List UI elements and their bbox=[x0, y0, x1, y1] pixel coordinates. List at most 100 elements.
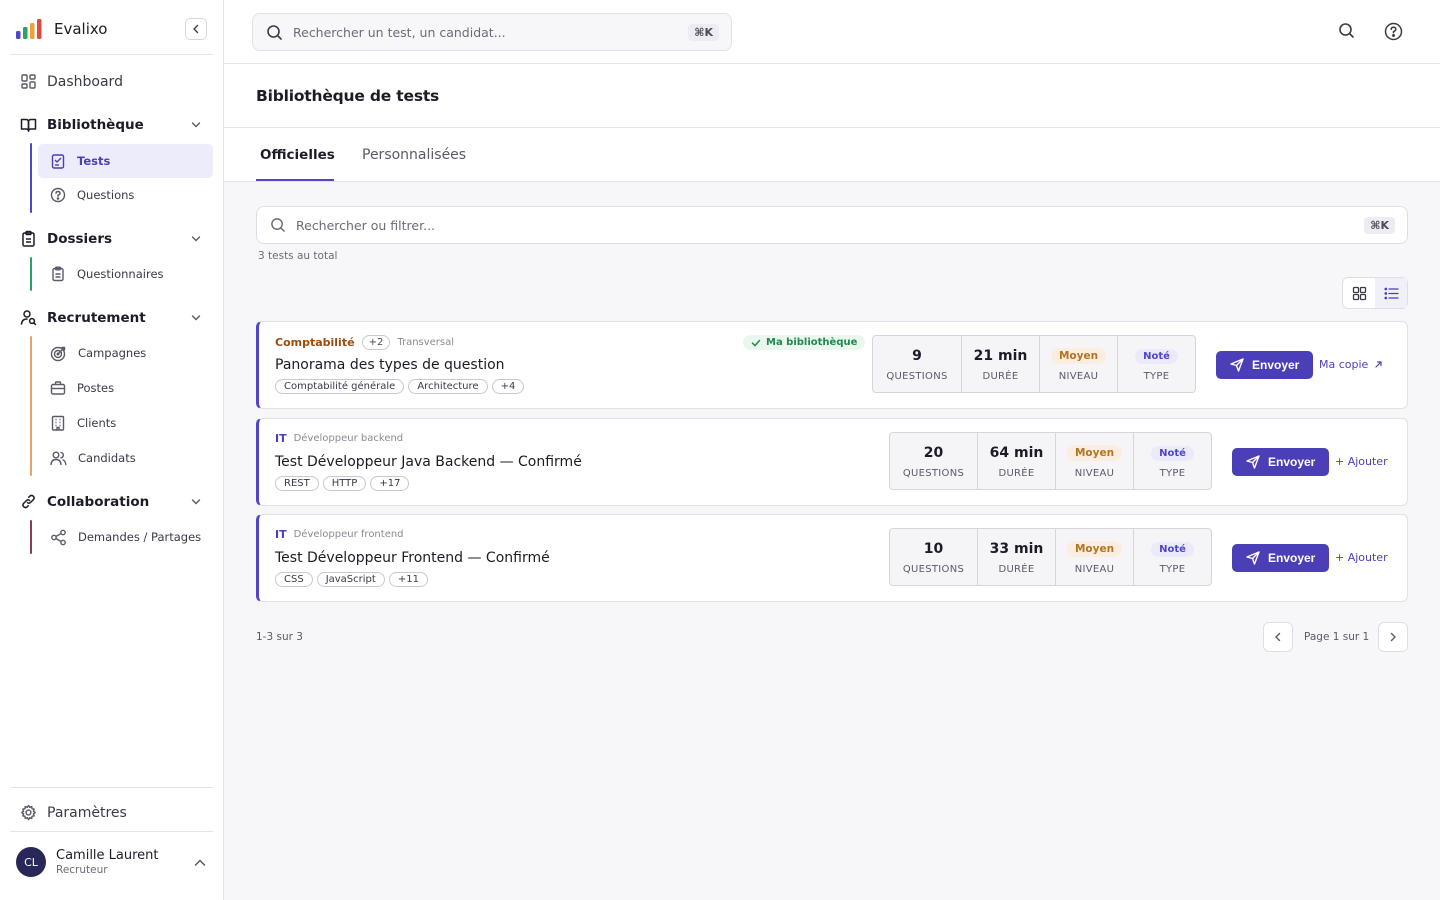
send-icon bbox=[1246, 551, 1260, 565]
sidebar-item-demandes-partages[interactable]: Demandes / Partages bbox=[38, 520, 213, 554]
book-icon bbox=[20, 118, 37, 132]
stat-duree: 21 min DURÉE bbox=[962, 336, 1040, 392]
stat-duree: 33 min DURÉE bbox=[978, 529, 1056, 585]
send-icon bbox=[1230, 358, 1244, 372]
sidebar-item-label: Tests bbox=[77, 154, 111, 168]
test-card[interactable]: Comptabilité +2 Transversal Panorama des… bbox=[256, 321, 1408, 409]
external-link-icon bbox=[1375, 361, 1382, 368]
subcategory-label: Développeur backend bbox=[293, 433, 404, 444]
global-search-input[interactable] bbox=[293, 24, 679, 40]
sidebar-item-settings[interactable]: Paramètres bbox=[20, 804, 127, 821]
chevron-down-icon[interactable] bbox=[190, 497, 202, 507]
group-line bbox=[30, 520, 32, 554]
pagination-range: 1-3 sur 3 bbox=[256, 631, 303, 643]
clipboard-check-icon bbox=[51, 154, 65, 169]
active-tab-indicator bbox=[256, 179, 334, 181]
clipboard-list-icon bbox=[52, 266, 64, 282]
chevron-down-icon[interactable] bbox=[190, 120, 202, 130]
category-label: IT bbox=[275, 528, 287, 541]
sidebar-group-label: Recrutement bbox=[47, 309, 146, 326]
send-button[interactable]: Envoyer bbox=[1232, 544, 1330, 572]
card-tags: Comptabilité générale Architecture +4 bbox=[275, 379, 525, 394]
tag-chip: Architecture bbox=[408, 379, 488, 394]
sidebar-item-questionnaires[interactable]: Questionnaires bbox=[38, 257, 213, 291]
sidebar-item-postes[interactable]: Postes bbox=[38, 371, 213, 405]
brand-name: Evalixo bbox=[54, 20, 108, 38]
my-library-label: Ma bibliothèque bbox=[766, 337, 858, 348]
target-icon bbox=[50, 346, 66, 361]
chevron-down-icon[interactable] bbox=[190, 313, 202, 323]
stat-label: QUESTIONS bbox=[902, 564, 965, 575]
sidebar-item-dashboard[interactable]: Dashboard bbox=[20, 73, 123, 90]
brand[interactable]: Evalixo bbox=[16, 18, 107, 40]
stat-label: QUESTIONS bbox=[886, 371, 948, 382]
page-title: Bibliothèque de tests bbox=[256, 87, 440, 105]
help-icon[interactable] bbox=[1384, 22, 1403, 41]
card-stats: 10 QUESTIONS 33 min DURÉE Moyen NIVEAU Noté… bbox=[889, 528, 1212, 586]
sidebar-divider bbox=[10, 787, 213, 788]
sidebar-group-dossiers[interactable]: Dossiers bbox=[20, 230, 112, 247]
tab-personnalisees[interactable]: Personnalisées bbox=[362, 128, 466, 182]
sidebar-item-label: Campagnes bbox=[78, 346, 147, 360]
add-link[interactable]: + Ajouter bbox=[1335, 551, 1388, 564]
my-copy-label: Ma copie bbox=[1319, 358, 1369, 371]
global-search[interactable]: ⌘K bbox=[252, 13, 732, 51]
tag-more-chip[interactable]: +11 bbox=[388, 572, 428, 587]
add-link[interactable]: + Ajouter bbox=[1335, 455, 1388, 468]
tag-chip: REST bbox=[275, 476, 319, 491]
tag-chip: HTTP bbox=[322, 476, 367, 491]
sidebar-item-candidats[interactable]: Candidats bbox=[38, 441, 213, 475]
send-button[interactable]: Envoyer bbox=[1216, 351, 1314, 379]
sidebar-divider bbox=[10, 831, 213, 832]
chevron-up-icon[interactable] bbox=[193, 857, 207, 869]
sidebar-item-label: Clients bbox=[77, 416, 117, 430]
stat-label: NIVEAU bbox=[1058, 371, 1099, 382]
next-page-button[interactable] bbox=[1378, 622, 1408, 652]
sidebar-group-recrutement[interactable]: Recrutement bbox=[20, 309, 146, 326]
type-badge: Noté bbox=[1151, 541, 1194, 557]
sidebar-item-campagnes[interactable]: Campagnes bbox=[38, 336, 213, 370]
stat-questions: 9 QUESTIONS bbox=[873, 336, 962, 392]
list-view-button[interactable] bbox=[1375, 278, 1407, 308]
stat-label: NIVEAU bbox=[1074, 468, 1115, 479]
tag-chip: Comptabilité générale bbox=[275, 379, 405, 394]
stat-label: NIVEAU bbox=[1074, 564, 1115, 575]
test-card[interactable]: IT Développeur backend Test Développeur … bbox=[256, 418, 1408, 506]
list-icon bbox=[1383, 287, 1399, 299]
tag-more-chip[interactable]: +4 bbox=[491, 379, 525, 394]
sidebar-item-questions[interactable]: Questions bbox=[38, 178, 213, 212]
stat-label: TYPE bbox=[1159, 468, 1186, 479]
search-icon bbox=[267, 24, 282, 40]
chevron-down-icon[interactable] bbox=[190, 234, 202, 244]
stat-value: 9 bbox=[912, 348, 922, 364]
sidebar-group-label: Bibliothèque bbox=[47, 116, 144, 133]
stat-label: DURÉE bbox=[998, 468, 1035, 479]
my-copy-link[interactable]: Ma copie bbox=[1319, 358, 1383, 371]
card-title: Test Développeur Java Backend — Confirmé bbox=[275, 454, 582, 470]
stat-duree: 64 min DURÉE bbox=[978, 433, 1056, 489]
group-line bbox=[30, 336, 32, 476]
topbar: ⌘K bbox=[224, 0, 1440, 64]
search-icon[interactable] bbox=[1338, 22, 1355, 39]
sidebar-item-tests[interactable]: Tests bbox=[38, 144, 213, 178]
grid-icon bbox=[1352, 286, 1366, 300]
send-button[interactable]: Envoyer bbox=[1232, 448, 1330, 476]
type-badge: Noté bbox=[1151, 445, 1194, 461]
card-title: Test Développeur Frontend — Confirmé bbox=[275, 550, 550, 566]
sidebar-group-collaboration[interactable]: Collaboration bbox=[20, 493, 149, 510]
collapse-sidebar-button[interactable] bbox=[185, 18, 207, 40]
test-card[interactable]: IT Développeur frontend Test Développeur… bbox=[256, 514, 1408, 602]
library-search[interactable]: ⌘K bbox=[256, 206, 1408, 244]
stat-label: DURÉE bbox=[998, 564, 1035, 575]
user-menu[interactable]: CL Camille Laurent Recruteur bbox=[16, 847, 159, 877]
library-search-input[interactable] bbox=[296, 217, 1355, 233]
card-title: Panorama des types de question bbox=[275, 357, 505, 373]
chevron-right-icon bbox=[1390, 632, 1396, 642]
stat-type: Noté TYPE bbox=[1134, 433, 1211, 489]
grid-view-button[interactable] bbox=[1343, 278, 1375, 308]
sidebar-item-clients[interactable]: Clients bbox=[38, 406, 213, 440]
prev-page-button[interactable] bbox=[1263, 622, 1293, 652]
tag-more-chip[interactable]: +17 bbox=[370, 476, 410, 491]
tab-officielles[interactable]: Officielles bbox=[260, 128, 335, 182]
sidebar-group-bibliotheque[interactable]: Bibliothèque bbox=[20, 116, 144, 133]
